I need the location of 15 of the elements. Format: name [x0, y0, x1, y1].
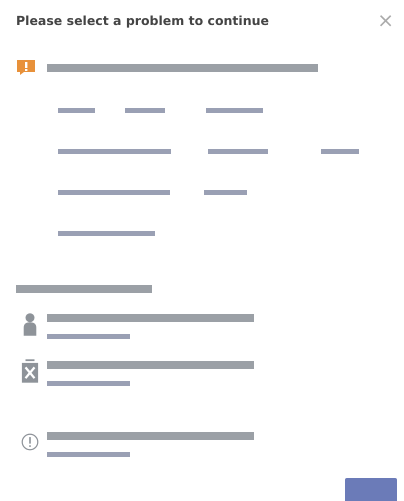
redacted-button[interactable] — [345, 478, 397, 501]
redacted-option[interactable] — [58, 108, 95, 113]
redacted-option[interactable] — [321, 149, 359, 154]
dialog-title: Please select a problem to continue — [16, 12, 269, 28]
close-button[interactable]: × — [375, 10, 396, 30]
redacted-option[interactable] — [125, 108, 165, 113]
alert-flag-icon — [16, 60, 36, 75]
cross-bin-icon — [21, 359, 39, 383]
person-icon — [21, 312, 39, 336]
redacted-option[interactable] — [58, 231, 155, 236]
redacted-option[interactable] — [58, 149, 171, 154]
redacted-option[interactable] — [206, 108, 263, 113]
redacted-option[interactable] — [208, 149, 268, 154]
redacted-option[interactable] — [58, 190, 170, 195]
redacted-option[interactable] — [204, 190, 247, 195]
